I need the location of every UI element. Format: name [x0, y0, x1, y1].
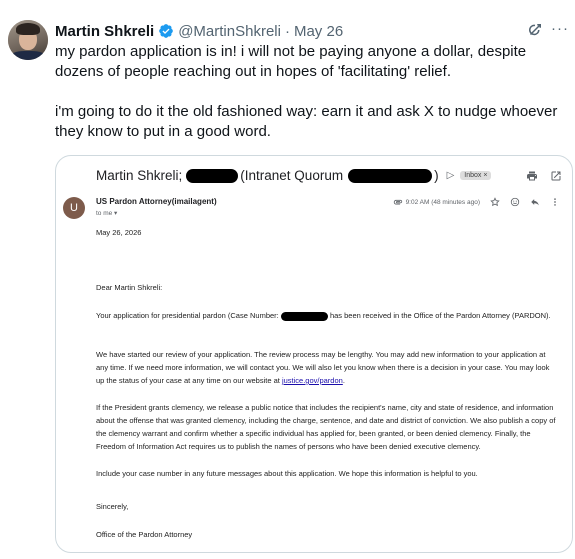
- email-paragraph-2: We have started our review of your appli…: [96, 348, 559, 387]
- email-time: 9:02 AM (48 minutes ago): [405, 198, 480, 206]
- verified-badge-icon: [159, 24, 174, 38]
- tweet-date[interactable]: May 26: [294, 23, 343, 40]
- email-signature: Office of the Pardon Attorney: [96, 530, 193, 539]
- author-handle[interactable]: @MartinShkreli: [178, 23, 281, 40]
- email-meta: 9:02 AM (48 minutes ago): [393, 197, 560, 207]
- email-time-group: 9:02 AM (48 minutes ago): [393, 197, 480, 207]
- star-icon[interactable]: [490, 197, 500, 207]
- recipient-dropdown[interactable]: to me ▾: [96, 209, 117, 217]
- tweet-media-screenshot[interactable]: Martin Shkreli; (Intranet Quorum ) ▷ Inb…: [55, 155, 573, 553]
- tweet-paragraph-2: i'm going to do it the old fashioned way…: [55, 103, 558, 140]
- email-paragraph-3: If the President grants clemency, we rel…: [96, 403, 556, 451]
- tweet-paragraph-1: my pardon application is in! i will not …: [55, 43, 527, 80]
- subject-middle: (Intranet Quorum: [240, 168, 344, 183]
- redaction-box: [186, 168, 239, 183]
- email-paragraph-4: Include your case number in any future m…: [96, 469, 478, 478]
- tweet-text: my pardon application is in! i will not …: [55, 42, 570, 142]
- important-marker-icon[interactable]: ▷: [447, 170, 455, 181]
- paragraph-1-end: has been received in the Office of the P…: [329, 311, 551, 320]
- more-options-icon[interactable]: ···: [551, 20, 569, 37]
- email-date: May 26, 2026: [96, 228, 142, 237]
- email-subject: Martin Shkreli; (Intranet Quorum ) ▷ Inb…: [96, 168, 492, 183]
- open-in-new-window-icon[interactable]: [550, 170, 562, 182]
- email-closing: Sincerely,: [96, 502, 129, 511]
- more-vert-icon[interactable]: [550, 197, 560, 207]
- pardon-website-link[interactable]: justice.gov/pardon: [282, 376, 343, 385]
- author-name[interactable]: Martin Shkreli: [55, 23, 154, 40]
- emoji-react-icon[interactable]: [510, 197, 520, 207]
- separator: ·: [284, 22, 290, 40]
- subject-prefix: Martin Shkreli;: [96, 168, 183, 183]
- email-paragraph-1: Your application for presidential pardon…: [96, 309, 559, 322]
- reply-icon[interactable]: [530, 197, 540, 207]
- grok-icon[interactable]: [526, 21, 544, 39]
- attachment-icon: [393, 199, 402, 205]
- paragraph-1-start: Your application for presidential pardon…: [96, 311, 279, 320]
- subject-suffix: ): [434, 168, 439, 183]
- tweet-header: Martin Shkreli @MartinShkreli · May 26: [55, 21, 343, 41]
- paragraph-2-end: .: [342, 376, 345, 385]
- author-avatar[interactable]: [8, 20, 48, 60]
- redaction-box: [348, 168, 433, 183]
- inbox-label[interactable]: Inbox ×: [460, 171, 492, 180]
- email-toolbar: [526, 170, 562, 182]
- print-icon[interactable]: [526, 170, 538, 182]
- sender-avatar[interactable]: U: [63, 197, 85, 219]
- sender-name[interactable]: US Pardon Attorney(imailagent): [96, 197, 217, 206]
- case-number-redaction: [280, 311, 328, 321]
- email-greeting: Dear Martin Shkreli:: [96, 283, 163, 292]
